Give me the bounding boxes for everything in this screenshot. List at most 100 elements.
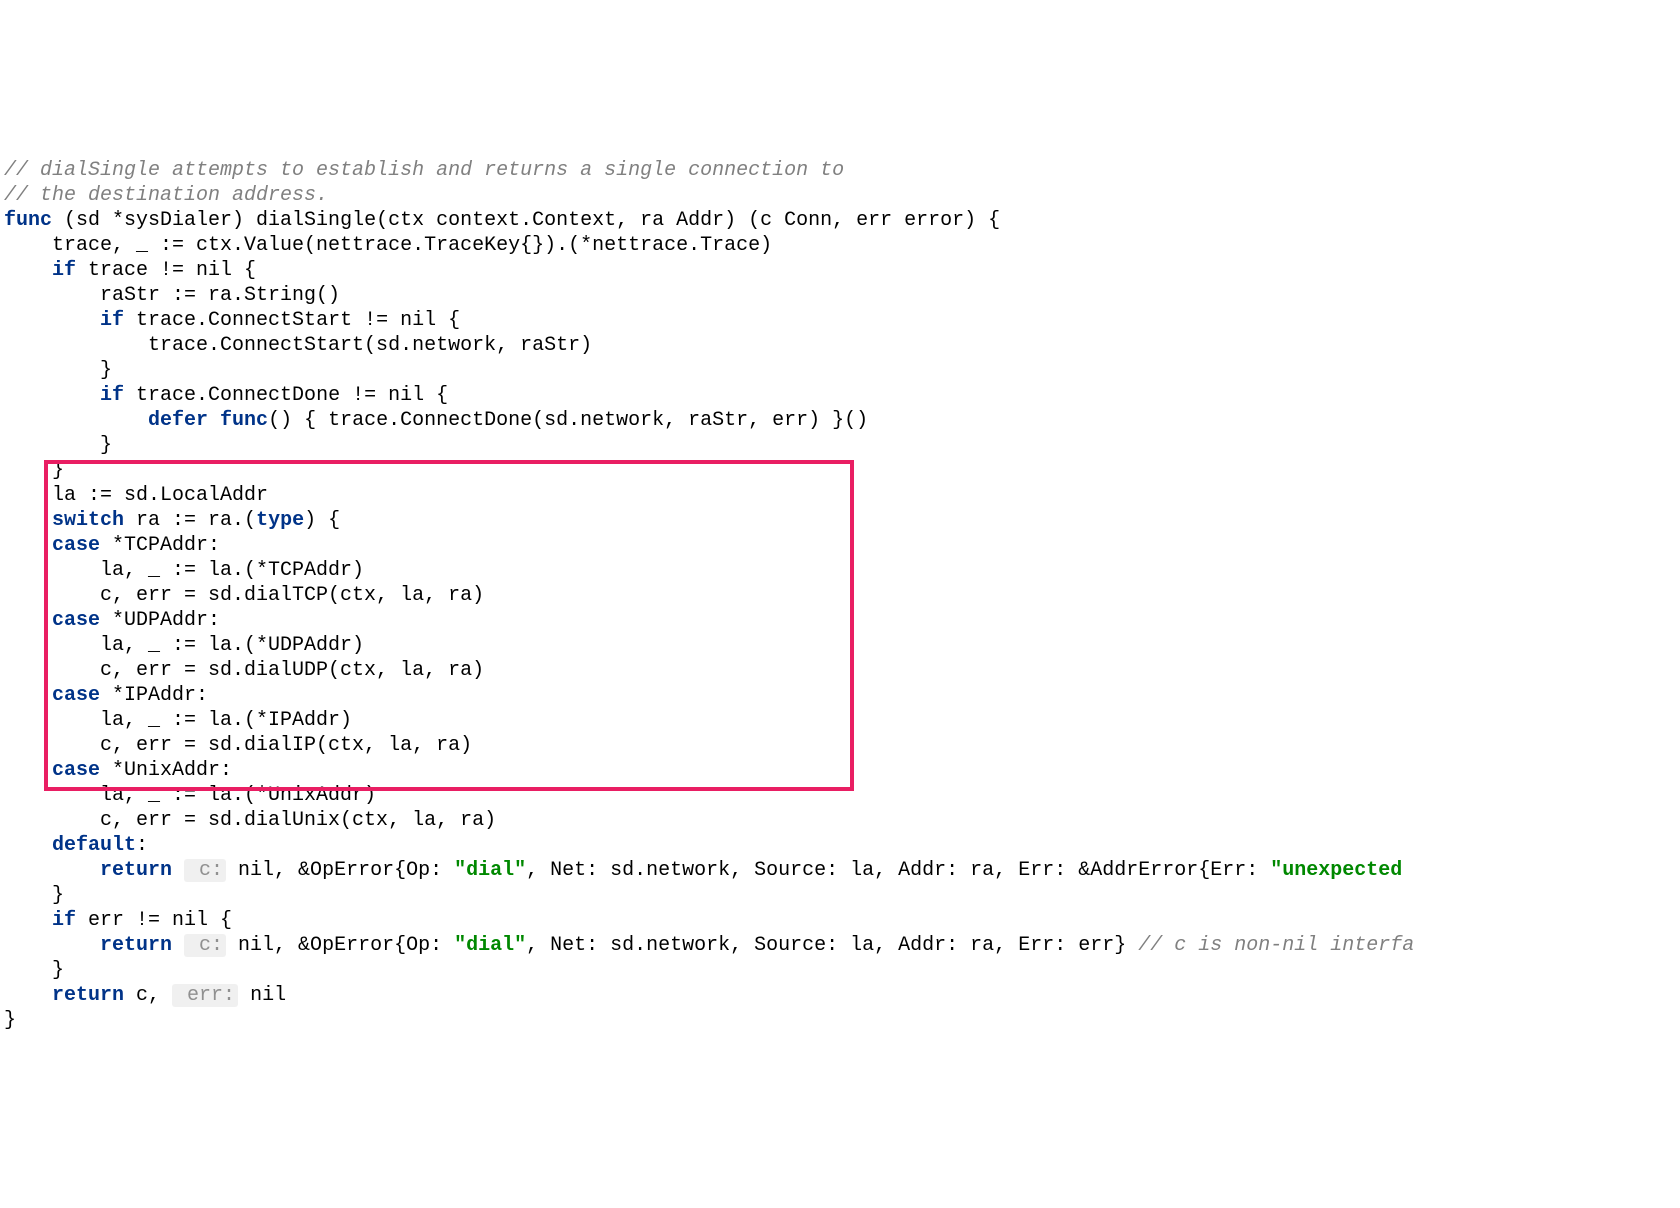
code-line[interactable]: c, err = sd.dialIP(ctx, la, ra)	[4, 733, 1676, 758]
code-line[interactable]: la, _ := la.(*IPAddr)	[4, 708, 1676, 733]
code-token	[4, 684, 52, 707]
code-line[interactable]: defer func() { trace.ConnectDone(sd.netw…	[4, 408, 1676, 433]
code-line[interactable]: // the destination address.	[4, 183, 1676, 208]
code-line[interactable]: case *UDPAddr:	[4, 608, 1676, 633]
code-token	[4, 834, 52, 857]
code-lines: // dialSingle attempts to establish and …	[4, 158, 1676, 1033]
code-line[interactable]: la := sd.LocalAddr	[4, 483, 1676, 508]
code-line[interactable]: raStr := ra.String()	[4, 283, 1676, 308]
code-token: "dial"	[454, 859, 526, 882]
code-line[interactable]: la, _ := la.(*TCPAddr)	[4, 558, 1676, 583]
code-token: default	[52, 834, 136, 857]
code-token: , Net: sd.network, Source: la, Addr: ra,…	[526, 859, 1270, 882]
code-line[interactable]: default:	[4, 833, 1676, 858]
code-token: , Net: sd.network, Source: la, Addr: ra,…	[526, 934, 1138, 957]
code-token	[4, 609, 52, 632]
code-token: // dialSingle attempts to establish and …	[4, 159, 844, 182]
code-line[interactable]: func (sd *sysDialer) dialSingle(ctx cont…	[4, 208, 1676, 233]
code-line[interactable]: c, err = sd.dialUnix(ctx, la, ra)	[4, 808, 1676, 833]
code-token: c,	[124, 984, 172, 1007]
code-token	[4, 934, 100, 957]
code-line[interactable]: la, _ := la.(*UnixAddr)	[4, 783, 1676, 808]
code-token: c:	[184, 934, 226, 957]
code-token	[4, 409, 148, 432]
code-token	[4, 534, 52, 557]
code-token: // the destination address.	[4, 184, 328, 207]
code-token	[4, 759, 52, 782]
code-token: case	[52, 609, 100, 632]
code-token: return	[100, 934, 184, 957]
code-token: err:	[172, 984, 238, 1007]
code-token	[4, 859, 100, 882]
code-line[interactable]: if trace.ConnectStart != nil {	[4, 308, 1676, 333]
code-token: c:	[184, 859, 226, 882]
code-token: "unexpected	[1270, 859, 1402, 882]
code-token: la, _ := la.(*UnixAddr)	[4, 784, 376, 807]
code-token: la, _ := la.(*UDPAddr)	[4, 634, 364, 657]
code-token: c, err = sd.dialTCP(ctx, la, ra)	[4, 584, 484, 607]
code-line[interactable]: la, _ := la.(*UDPAddr)	[4, 633, 1676, 658]
code-token: if	[52, 909, 76, 932]
code-line[interactable]: switch ra := ra.(type) {	[4, 508, 1676, 533]
code-token: if	[52, 259, 76, 282]
code-token: "dial"	[454, 934, 526, 957]
code-line[interactable]: case *UnixAddr:	[4, 758, 1676, 783]
code-line[interactable]: c, err = sd.dialTCP(ctx, la, ra)	[4, 583, 1676, 608]
code-token: la := sd.LocalAddr	[4, 484, 268, 507]
code-token: func	[4, 209, 52, 232]
code-token: (sd *sysDialer) dialSingle(ctx context.C…	[52, 209, 1000, 232]
code-line[interactable]: trace.ConnectStart(sd.network, raStr)	[4, 333, 1676, 358]
code-line[interactable]: c, err = sd.dialUDP(ctx, la, ra)	[4, 658, 1676, 683]
code-line[interactable]: trace, _ := ctx.Value(nettrace.TraceKey{…	[4, 233, 1676, 258]
code-token: c, err = sd.dialIP(ctx, la, ra)	[4, 734, 472, 757]
code-line[interactable]: if trace != nil {	[4, 258, 1676, 283]
code-line[interactable]: }	[4, 358, 1676, 383]
code-token: raStr := ra.String()	[4, 284, 340, 307]
code-token	[4, 259, 52, 282]
code-token: }	[4, 1009, 16, 1032]
code-editor-viewport[interactable]: // dialSingle attempts to establish and …	[4, 108, 1676, 1083]
code-token	[4, 984, 52, 1007]
code-token: :	[136, 834, 148, 857]
code-token: trace.ConnectStart(sd.network, raStr)	[4, 334, 592, 357]
code-token: nil, &OpError{Op:	[226, 934, 454, 957]
code-token: }	[4, 434, 112, 457]
code-token: err != nil {	[76, 909, 232, 932]
code-token: case	[52, 534, 100, 557]
code-token: trace != nil {	[76, 259, 256, 282]
code-line[interactable]: return c, err: nil	[4, 983, 1676, 1008]
code-token	[4, 309, 100, 332]
code-token: }	[4, 459, 64, 482]
code-line[interactable]: }	[4, 958, 1676, 983]
code-token: return	[100, 859, 184, 882]
code-token: type	[256, 509, 304, 532]
code-line[interactable]: }	[4, 1008, 1676, 1033]
code-token: defer func	[148, 409, 268, 432]
code-token: la, _ := la.(*TCPAddr)	[4, 559, 364, 582]
code-token: if	[100, 384, 124, 407]
code-line[interactable]: if err != nil {	[4, 908, 1676, 933]
code-token: }	[4, 959, 64, 982]
code-token	[4, 384, 100, 407]
code-line[interactable]: return c: nil, &OpError{Op: "dial", Net:…	[4, 933, 1676, 958]
code-line[interactable]: case *IPAddr:	[4, 683, 1676, 708]
code-token: trace.ConnectDone != nil {	[124, 384, 448, 407]
code-token: }	[4, 359, 112, 382]
code-line[interactable]: }	[4, 458, 1676, 483]
code-token: return	[52, 984, 124, 1007]
code-token: nil	[238, 984, 286, 1007]
code-token: nil, &OpError{Op:	[226, 859, 454, 882]
code-token	[4, 509, 52, 532]
code-token: switch	[52, 509, 124, 532]
code-line[interactable]: case *TCPAddr:	[4, 533, 1676, 558]
code-line[interactable]: // dialSingle attempts to establish and …	[4, 158, 1676, 183]
code-line[interactable]: return c: nil, &OpError{Op: "dial", Net:…	[4, 858, 1676, 883]
code-token: *TCPAddr:	[100, 534, 220, 557]
code-token: }	[4, 884, 64, 907]
code-token: () { trace.ConnectDone(sd.network, raStr…	[268, 409, 868, 432]
code-token: ra := ra.(	[124, 509, 256, 532]
code-line[interactable]: }	[4, 433, 1676, 458]
code-token: c, err = sd.dialUDP(ctx, la, ra)	[4, 659, 484, 682]
code-line[interactable]: }	[4, 883, 1676, 908]
code-line[interactable]: if trace.ConnectDone != nil {	[4, 383, 1676, 408]
